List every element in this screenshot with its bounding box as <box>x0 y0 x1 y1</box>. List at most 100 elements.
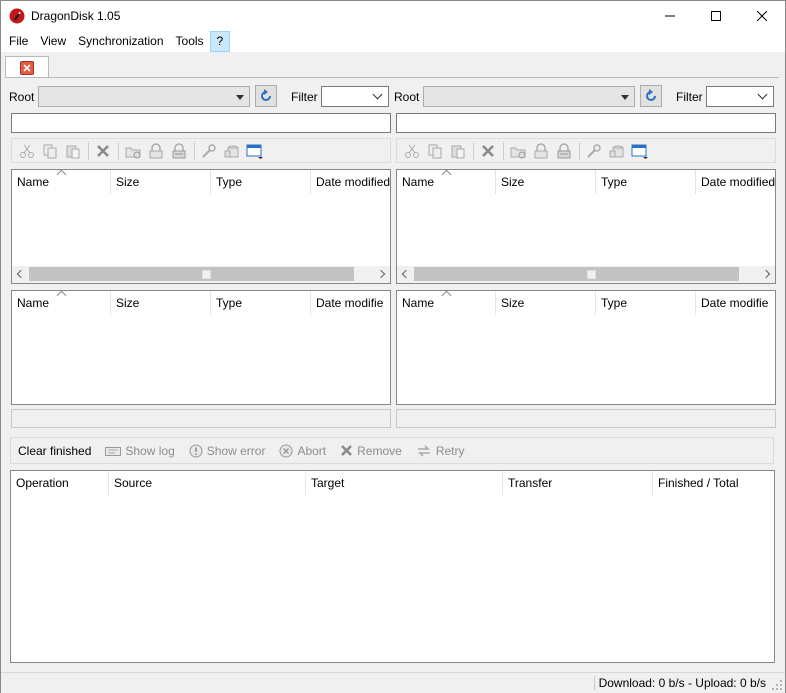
chevron-right-icon[interactable] <box>376 269 386 279</box>
resize-grip-icon[interactable] <box>772 680 783 691</box>
minimize-icon <box>665 15 675 17</box>
retry-icon <box>417 444 430 457</box>
show-error-button[interactable]: Show error <box>189 444 265 458</box>
column-header-date-modified[interactable]: Date modified <box>696 170 775 194</box>
column-header-target[interactable]: Target <box>306 471 503 495</box>
chevron-left-icon[interactable] <box>16 269 26 279</box>
delete-button[interactable] <box>92 141 114 161</box>
view-button[interactable] <box>629 141 651 161</box>
properties-button[interactable] <box>198 141 220 161</box>
left-pane: Root Filter Name Size Type Date modified… <box>5 78 391 434</box>
view-button[interactable] <box>244 141 266 161</box>
copy-button[interactable] <box>39 141 61 161</box>
new-folder-button[interactable] <box>507 141 529 161</box>
tab-close-button[interactable] <box>20 61 34 75</box>
paste-button[interactable] <box>447 141 469 161</box>
column-header-name[interactable]: Name <box>397 170 496 194</box>
path-input[interactable] <box>11 113 391 133</box>
scrollbar-thumb-grip[interactable] <box>587 270 596 279</box>
toolbar-separator <box>118 141 119 160</box>
refresh-button[interactable] <box>255 85 277 107</box>
permissions-button[interactable] <box>221 141 243 161</box>
cut-button[interactable] <box>16 141 38 161</box>
root-combo[interactable] <box>38 86 250 107</box>
horizontal-scrollbar[interactable] <box>12 266 390 283</box>
scrollbar-thumb-grip[interactable] <box>202 270 211 279</box>
remove-button[interactable]: Remove <box>340 444 402 458</box>
file-list[interactable]: Name Size Type Date modified <box>11 169 391 284</box>
delete-icon <box>482 144 494 157</box>
abort-button[interactable]: Abort <box>279 444 326 458</box>
tab-main[interactable] <box>5 56 49 79</box>
column-header-date-modified[interactable]: Date modified <box>311 170 390 194</box>
column-header-size[interactable]: Size <box>496 291 596 315</box>
menu-synchronization[interactable]: Synchronization <box>72 31 169 52</box>
chevron-right-icon[interactable] <box>761 269 771 279</box>
transfer-list[interactable]: Operation Source Target Transfer Finishe… <box>10 470 775 663</box>
filter-combo[interactable] <box>706 86 774 107</box>
cut-button[interactable] <box>401 141 423 161</box>
copy-button[interactable] <box>424 141 446 161</box>
toolbar-separator <box>579 141 580 160</box>
title-bar: DragonDisk 1.05 <box>1 1 785 31</box>
close-icon <box>23 64 31 72</box>
root-combo[interactable] <box>423 86 635 107</box>
queue-list[interactable]: Name Size Type Date modifie <box>11 290 391 405</box>
column-header-size[interactable]: Size <box>111 170 211 194</box>
column-header-type[interactable]: Type <box>596 291 696 315</box>
unlock-icon <box>557 142 571 158</box>
retry-button[interactable]: Retry <box>416 444 464 458</box>
column-header-size[interactable]: Size <box>111 291 211 315</box>
column-header-source[interactable]: Source <box>109 471 306 495</box>
toolbar-separator <box>473 141 474 160</box>
menu-help[interactable]: ? <box>209 31 231 52</box>
list-header: Name Size Type Date modifie <box>12 291 390 315</box>
paste-button[interactable] <box>62 141 84 161</box>
column-header-operation[interactable]: Operation <box>11 471 109 495</box>
column-header-date-modified[interactable]: Date modifie <box>696 291 775 315</box>
refresh-button[interactable] <box>640 85 662 107</box>
column-header-transfer[interactable]: Transfer <box>503 471 653 495</box>
transfer-rate-status: Download: 0 b/s - Upload: 0 b/s <box>593 676 766 690</box>
paste-icon <box>451 145 465 158</box>
queue-list[interactable]: Name Size Type Date modifie <box>396 290 776 405</box>
unlock-button[interactable] <box>168 141 190 161</box>
close-button[interactable] <box>739 1 785 31</box>
column-header-finished-total[interactable]: Finished / Total <box>653 471 774 495</box>
refresh-icon <box>261 89 271 101</box>
menu-file[interactable]: File <box>3 31 34 52</box>
properties-button[interactable] <box>583 141 605 161</box>
clear-finished-button[interactable]: Clear finished <box>18 444 91 458</box>
minimize-button[interactable] <box>647 1 693 31</box>
menu-tools[interactable]: Tools <box>170 31 210 52</box>
column-header-type[interactable]: Type <box>211 291 311 315</box>
column-header-name[interactable]: Name <box>12 170 111 194</box>
column-header-name[interactable]: Name <box>397 291 496 315</box>
sort-ascending-icon <box>56 170 67 180</box>
column-header-type[interactable]: Type <box>211 170 311 194</box>
chevron-down-icon <box>372 89 383 100</box>
root-label: Root <box>9 90 35 104</box>
file-list[interactable]: Name Size Type Date modified <box>396 169 776 284</box>
column-header-date-modified[interactable]: Date modifie <box>311 291 390 315</box>
unlock-button[interactable] <box>553 141 575 161</box>
column-header-size[interactable]: Size <box>496 170 596 194</box>
sort-ascending-icon <box>56 291 67 301</box>
scrollbar-track[interactable] <box>414 267 739 281</box>
delete-button[interactable] <box>477 141 499 161</box>
maximize-button[interactable] <box>693 1 739 31</box>
permissions-button[interactable] <box>606 141 628 161</box>
new-folder-button[interactable] <box>122 141 144 161</box>
scrollbar-track[interactable] <box>29 267 354 281</box>
column-header-name[interactable]: Name <box>12 291 111 315</box>
chevron-left-icon[interactable] <box>401 269 411 279</box>
show-log-button[interactable]: Show log <box>105 444 175 458</box>
lock-button[interactable] <box>145 141 167 161</box>
path-input[interactable] <box>396 113 776 133</box>
lock-button[interactable] <box>530 141 552 161</box>
filter-combo[interactable] <box>321 86 389 107</box>
horizontal-scrollbar[interactable] <box>397 266 775 283</box>
menu-view[interactable]: View <box>34 31 72 52</box>
unlock-icon <box>172 142 186 158</box>
column-header-type[interactable]: Type <box>596 170 696 194</box>
